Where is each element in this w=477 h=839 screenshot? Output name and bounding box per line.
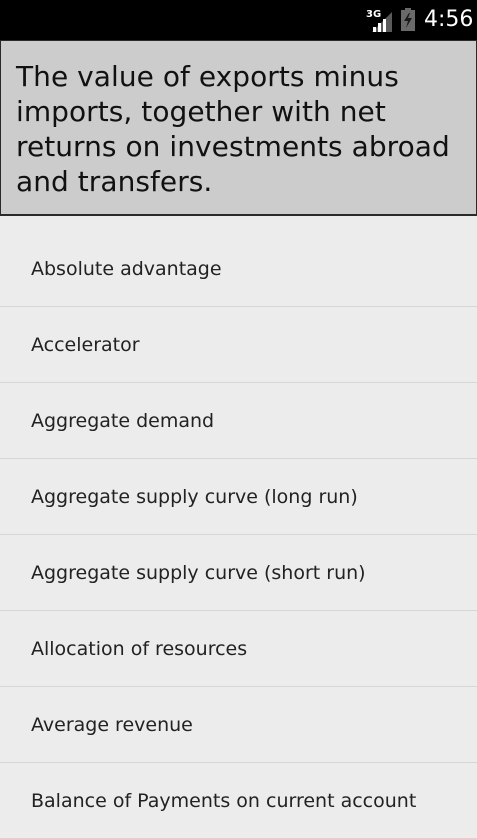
term-label: Balance of Payments on current account xyxy=(31,790,417,812)
signal-3g-icon: 3G xyxy=(366,9,392,32)
list-item[interactable]: Average revenue xyxy=(0,687,477,763)
term-label: Absolute advantage xyxy=(31,258,222,280)
definition-text: The value of exports minus imports, toge… xyxy=(16,60,450,198)
list-item[interactable]: Aggregate supply curve (short run) xyxy=(0,535,477,611)
term-list: Absolute advantage Accelerator Aggregate… xyxy=(0,231,477,839)
list-item[interactable]: Balance of Payments on current account xyxy=(0,763,477,839)
term-label: Allocation of resources xyxy=(31,638,248,660)
status-bar: 3G 4:56 xyxy=(0,0,477,40)
list-item[interactable]: Absolute advantage xyxy=(0,231,477,307)
status-time: 4:56 xyxy=(424,7,474,32)
term-label: Aggregate demand xyxy=(31,410,215,432)
term-label: Aggregate supply curve (long run) xyxy=(31,486,358,508)
term-label: Average revenue xyxy=(31,714,193,736)
network-type-label: 3G xyxy=(366,9,381,20)
term-label: Accelerator xyxy=(31,334,140,356)
list-item[interactable]: Accelerator xyxy=(0,307,477,383)
battery-charging-icon xyxy=(401,8,415,31)
list-item[interactable]: Aggregate demand xyxy=(0,383,477,459)
list-item[interactable]: Aggregate supply curve (long run) xyxy=(0,459,477,535)
definition-panel: The value of exports minus imports, toge… xyxy=(0,40,477,216)
term-label: Aggregate supply curve (short run) xyxy=(31,562,366,584)
list-item[interactable]: Allocation of resources xyxy=(0,611,477,687)
